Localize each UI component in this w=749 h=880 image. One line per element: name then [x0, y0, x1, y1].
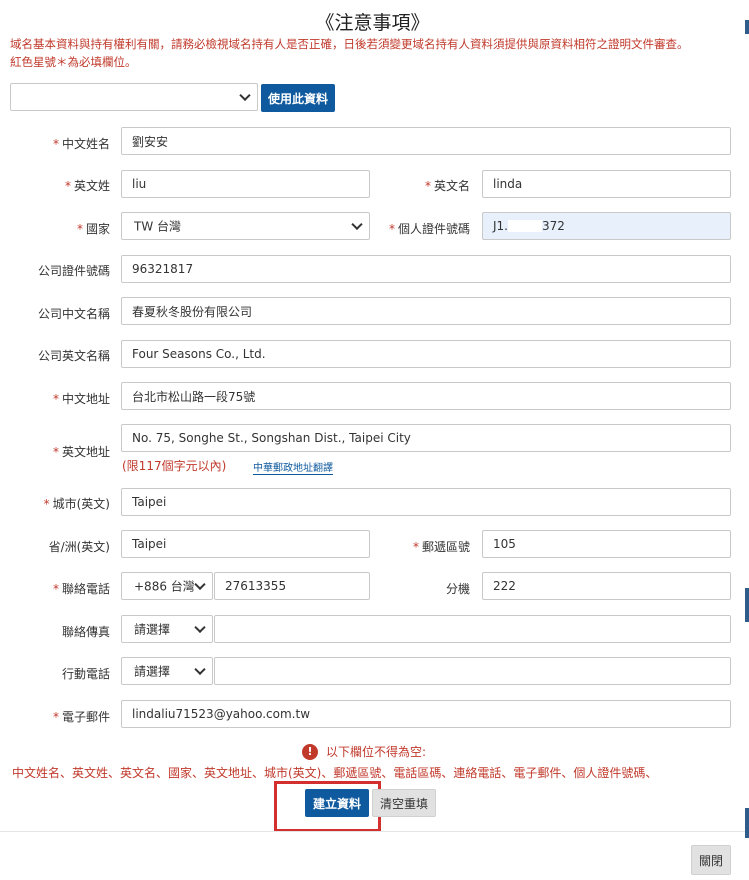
- last-name-en-input[interactable]: liu: [121, 170, 370, 198]
- fax-country-code-value: 請選擇: [134, 622, 171, 637]
- footer-divider: [0, 831, 745, 832]
- city-label: * 城市(英文): [43, 497, 110, 511]
- postal-label: * 郵遞區號: [412, 540, 470, 554]
- validation-message-text: 以下欄位不得為空:: [326, 745, 427, 759]
- registrant-form-dialog: 《注意事項》 域名基本資料與持有權利有關，請務必檢視域名持有人是否正確，日後若須…: [0, 0, 745, 880]
- company-id-input[interactable]: 96321817: [121, 255, 731, 283]
- chevron-down-icon: [351, 218, 363, 231]
- address-cn-label: * 中文地址: [52, 392, 110, 406]
- email-label: * 電子郵件: [52, 710, 110, 724]
- country-label: * 國家: [76, 222, 110, 236]
- mobile-country-code-value: 請選擇: [134, 664, 171, 679]
- country-select[interactable]: TW 台灣: [121, 212, 370, 240]
- chevron-down-icon: [194, 578, 206, 591]
- create-button[interactable]: 建立資料: [305, 789, 369, 817]
- error-icon: !: [302, 743, 318, 760]
- address-cn-input[interactable]: 台北市松山路一段75號: [121, 382, 731, 410]
- company-cname-input[interactable]: 春夏秋冬股份有限公司: [121, 297, 731, 325]
- id-number-prefix: J1.: [493, 219, 508, 233]
- required-note: 紅色星號＊為必填欄位。: [10, 55, 137, 69]
- postal-input[interactable]: 105: [482, 530, 731, 558]
- ext-label: 分機: [445, 582, 470, 596]
- chevron-down-icon: [239, 89, 251, 102]
- address-length-hint: (限117個字元以內): [122, 459, 227, 473]
- chevron-down-icon: [194, 621, 206, 634]
- company-id-label: 公司證件號碼: [37, 264, 110, 278]
- phone-label: * 聯絡電話: [52, 582, 110, 596]
- address-en-input[interactable]: No. 75, Songhe St., Songshan Dist., Taip…: [121, 424, 731, 452]
- cname-input[interactable]: 劉安安: [121, 127, 731, 155]
- fax-input[interactable]: [214, 615, 731, 643]
- company-ename-input[interactable]: Four Seasons Co., Ltd.: [121, 340, 731, 368]
- cname-label: * 中文姓名: [52, 137, 110, 151]
- state-input[interactable]: Taipei: [121, 530, 370, 558]
- saved-profile-select[interactable]: [10, 83, 258, 111]
- ext-input[interactable]: 222: [482, 572, 731, 600]
- reset-button[interactable]: 清空重填: [372, 789, 436, 817]
- id-number-label: * 個人證件號碼: [388, 222, 470, 236]
- mobile-label: 行動電話: [61, 667, 110, 681]
- address-en-label: * 英文地址: [52, 445, 110, 459]
- company-cname-label: 公司中文名稱: [37, 307, 110, 321]
- first-name-en-input[interactable]: linda: [482, 170, 731, 198]
- mobile-input[interactable]: [214, 657, 731, 685]
- fax-label: 聯絡傳真: [61, 625, 110, 639]
- company-ename-label: 公司英文名稱: [37, 349, 110, 363]
- postal-translate-link[interactable]: 中華郵政地址翻譯: [253, 459, 333, 475]
- first-name-en-label: * 英文名: [424, 179, 470, 193]
- close-button[interactable]: 關閉: [691, 845, 731, 875]
- email-input[interactable]: lindaliu71523@yahoo.com.tw: [121, 700, 731, 728]
- id-number-input[interactable]: J1. 372: [482, 212, 731, 240]
- state-label: 省/洲(英文): [48, 540, 110, 554]
- validation-message: ! 以下欄位不得為空:: [302, 743, 426, 760]
- missing-fields-list: 中文姓名、英文姓、英文名、國家、英文地址、城市(英文)、郵遞區號、電話區碼、連絡…: [12, 766, 658, 780]
- country-value: TW 台灣: [134, 219, 182, 234]
- fax-country-code-select[interactable]: 請選擇: [121, 615, 213, 643]
- last-name-en-label: * 英文姓: [64, 179, 110, 193]
- mobile-country-code-select[interactable]: 請選擇: [121, 657, 213, 685]
- dialog-title: 《注意事項》: [315, 12, 430, 34]
- phone-country-code-value: +886 台灣: [134, 579, 194, 594]
- city-input[interactable]: Taipei: [121, 488, 731, 516]
- phone-input[interactable]: 27613355: [214, 572, 370, 600]
- phone-country-code-select[interactable]: +886 台灣: [121, 572, 213, 600]
- redaction-mask: [508, 220, 542, 232]
- notice-text: 域名基本資料與持有權利有關，請務必檢視域名持有人是否正確，日後若須變更域名持有人…: [10, 37, 689, 51]
- use-profile-button[interactable]: 使用此資料: [261, 84, 335, 112]
- id-number-suffix: 372: [542, 219, 565, 233]
- chevron-down-icon: [194, 663, 206, 676]
